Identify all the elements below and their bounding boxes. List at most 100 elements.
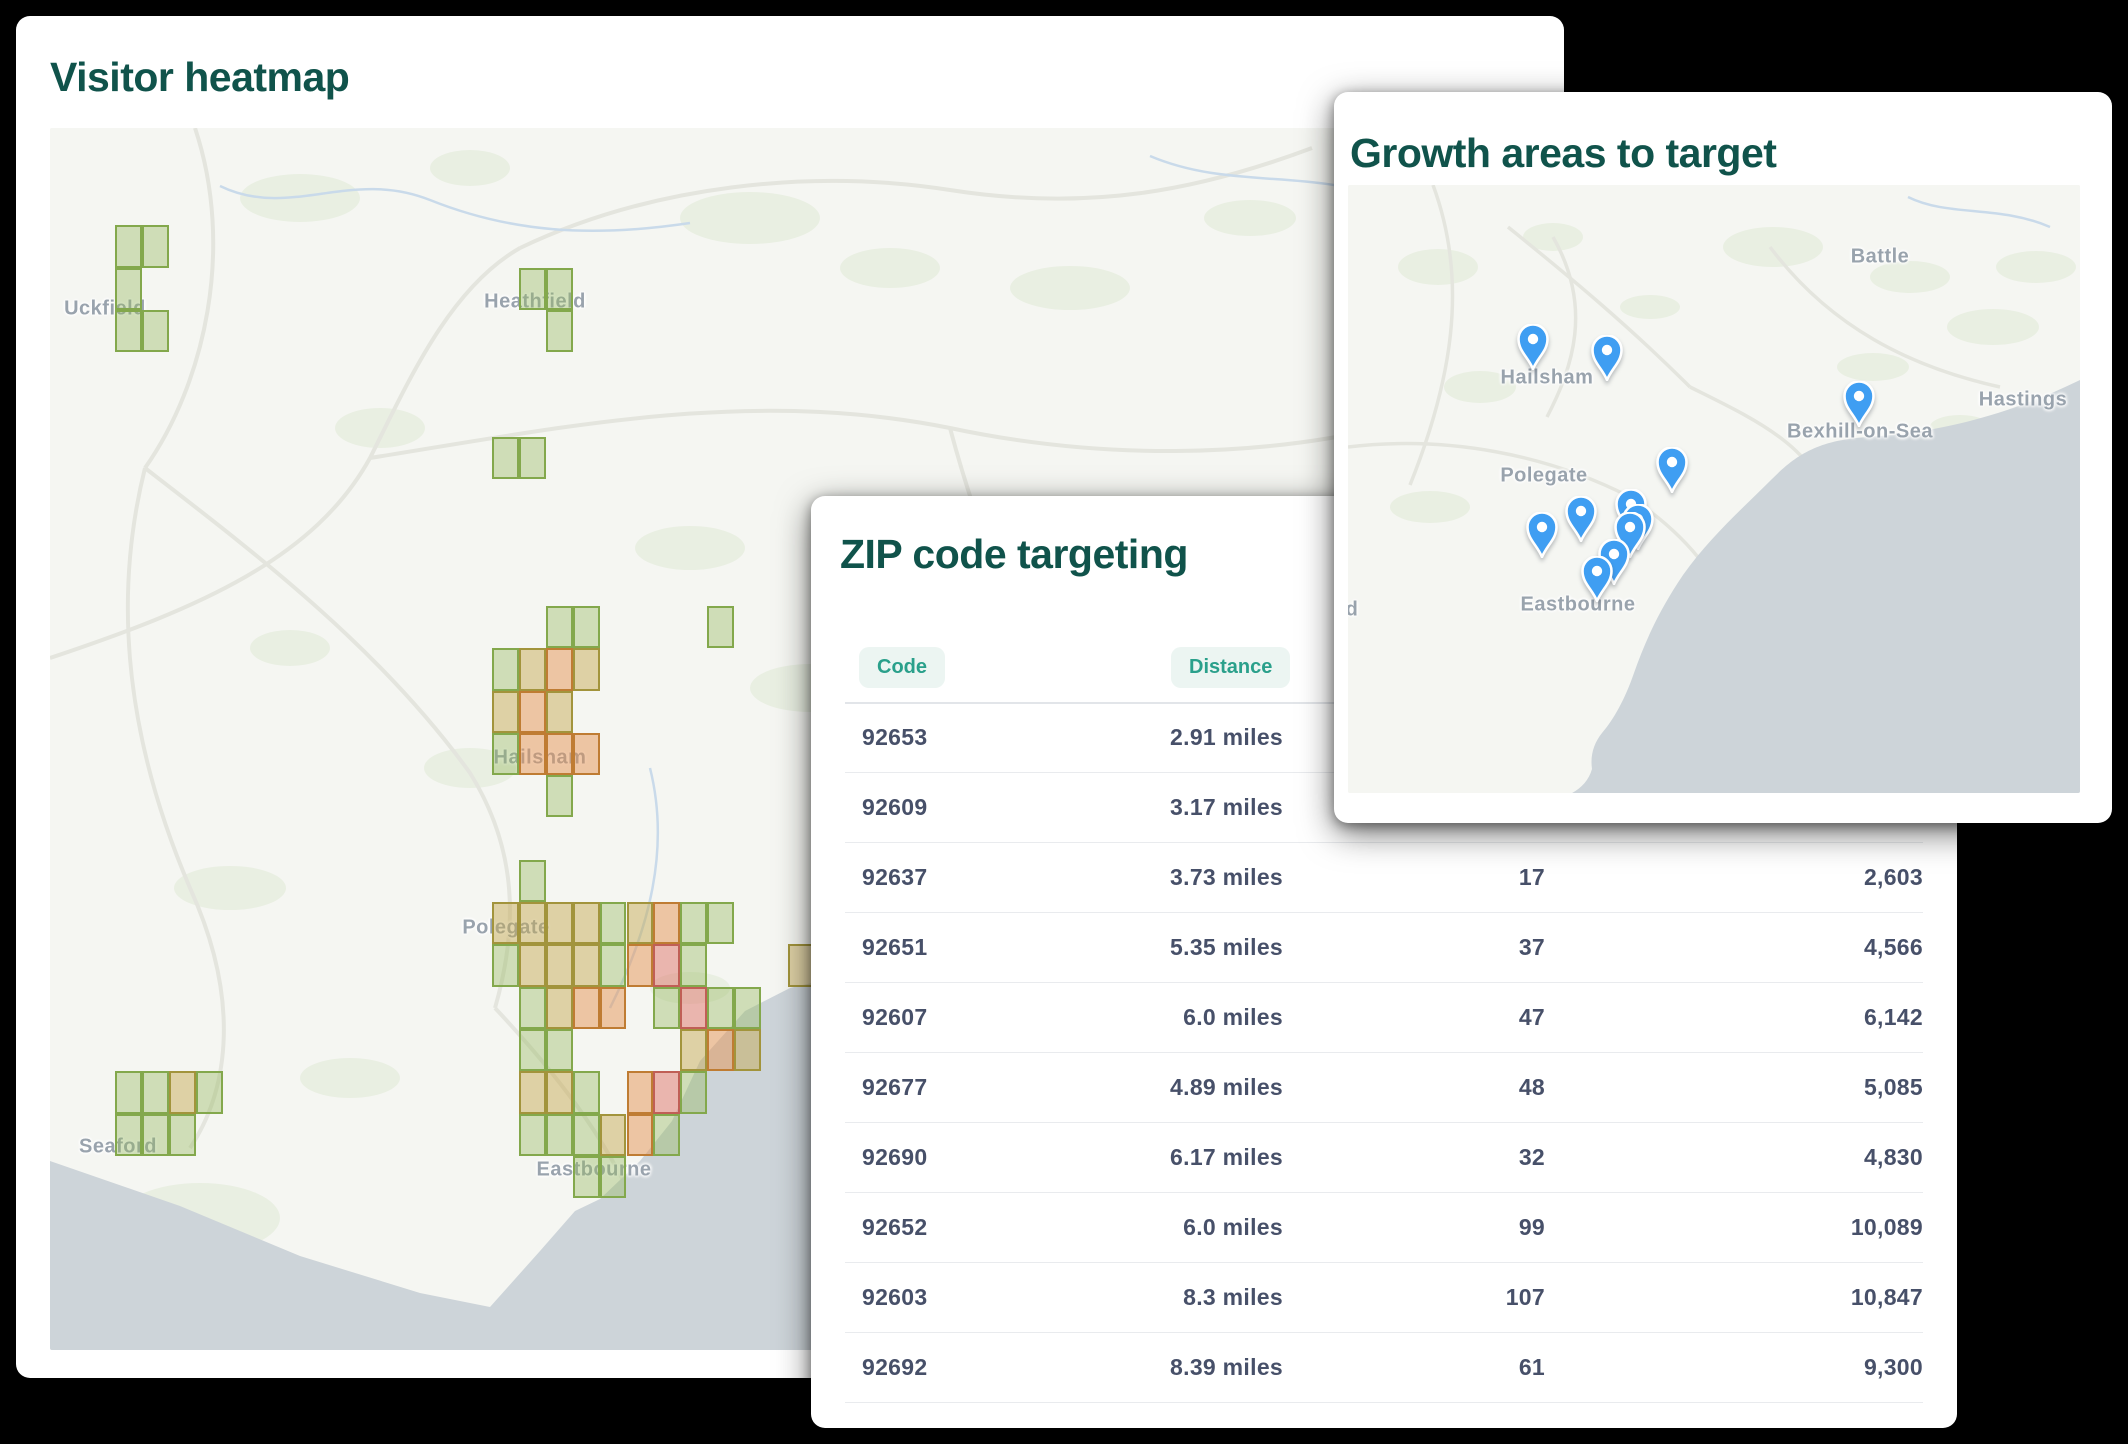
- heat-cell[interactable]: [734, 1029, 761, 1071]
- table-row[interactable]: 926076.0 miles476,142: [845, 983, 1923, 1053]
- heat-cell[interactable]: [492, 648, 519, 690]
- heat-cell[interactable]: [519, 1029, 546, 1071]
- heat-cell[interactable]: [519, 691, 546, 733]
- growth-areas-map[interactable]: BattleHastingsBexhill-on-SeaHailshamPole…: [1348, 185, 2080, 793]
- heat-cell[interactable]: [600, 1114, 627, 1156]
- heat-cell[interactable]: [546, 606, 573, 648]
- heat-cell[interactable]: [492, 437, 519, 479]
- heat-cell[interactable]: [546, 987, 573, 1029]
- heat-cell[interactable]: [519, 860, 546, 902]
- heat-cell[interactable]: [519, 1071, 546, 1113]
- heat-cell[interactable]: [546, 268, 573, 310]
- heat-cell[interactable]: [115, 310, 142, 352]
- heat-cell[interactable]: [519, 733, 546, 775]
- table-row[interactable]: 926526.0 miles9910,089: [845, 1193, 1923, 1263]
- table-row[interactable]: 926928.39 miles619,300: [845, 1333, 1923, 1403]
- heat-cell[interactable]: [546, 1029, 573, 1071]
- heat-cell[interactable]: [546, 1114, 573, 1156]
- heat-cell[interactable]: [519, 987, 546, 1029]
- heat-cell[interactable]: [519, 648, 546, 690]
- table-row[interactable]: 926515.35 miles374,566: [845, 913, 1923, 983]
- heat-cell[interactable]: [492, 691, 519, 733]
- table-cell: 92637: [845, 864, 1065, 891]
- column-header-distance[interactable]: Distance: [1171, 647, 1290, 688]
- heat-cell[interactable]: [573, 1071, 600, 1113]
- heat-cell[interactable]: [680, 902, 707, 944]
- heat-cell[interactable]: [546, 944, 573, 986]
- heat-cell[interactable]: [707, 606, 734, 648]
- heat-cell[interactable]: [600, 902, 627, 944]
- heat-cell[interactable]: [115, 225, 142, 267]
- heat-cell[interactable]: [573, 902, 600, 944]
- heat-cell[interactable]: [653, 1071, 680, 1113]
- heat-cell[interactable]: [519, 1114, 546, 1156]
- heat-cell[interactable]: [653, 1114, 680, 1156]
- heat-cell[interactable]: [115, 1114, 142, 1156]
- heat-cell[interactable]: [653, 944, 680, 986]
- heat-cell[interactable]: [680, 1029, 707, 1071]
- column-header-code[interactable]: Code: [859, 647, 945, 688]
- heat-cell[interactable]: [707, 1029, 734, 1071]
- heat-cell[interactable]: [600, 987, 627, 1029]
- heat-cell[interactable]: [600, 944, 627, 986]
- heat-cell[interactable]: [546, 691, 573, 733]
- heat-cell[interactable]: [115, 268, 142, 310]
- heat-cell[interactable]: [519, 268, 546, 310]
- visitor-heatmap-title: Visitor heatmap: [50, 54, 349, 101]
- heat-cell[interactable]: [627, 1071, 654, 1113]
- heat-cell[interactable]: [546, 902, 573, 944]
- heat-cell[interactable]: [142, 1114, 169, 1156]
- table-row[interactable]: 926038.3 miles10710,847: [845, 1263, 1923, 1333]
- heat-cell[interactable]: [142, 310, 169, 352]
- map-pin-icon[interactable]: [1564, 496, 1598, 547]
- heat-cell[interactable]: [573, 987, 600, 1029]
- heat-cell[interactable]: [169, 1114, 196, 1156]
- heat-cell[interactable]: [546, 1071, 573, 1113]
- heat-cell[interactable]: [546, 775, 573, 817]
- table-row[interactable]: 926906.17 miles324,830: [845, 1123, 1923, 1193]
- heat-cell[interactable]: [627, 1114, 654, 1156]
- heat-cell[interactable]: [707, 902, 734, 944]
- table-row[interactable]: 926774.89 miles485,085: [845, 1053, 1923, 1123]
- heat-cell[interactable]: [519, 944, 546, 986]
- heat-cell[interactable]: [142, 1071, 169, 1113]
- heat-cell[interactable]: [707, 987, 734, 1029]
- heat-cell[interactable]: [546, 310, 573, 352]
- table-cell: 6.0 miles: [1065, 1214, 1283, 1241]
- heat-cell[interactable]: [573, 648, 600, 690]
- heat-cell[interactable]: [546, 648, 573, 690]
- heat-cell[interactable]: [600, 1156, 627, 1198]
- heat-cell[interactable]: [492, 944, 519, 986]
- heat-cell[interactable]: [627, 902, 654, 944]
- heat-cell[interactable]: [115, 1071, 142, 1113]
- table-row[interactable]: 926373.73 miles172,603: [845, 843, 1923, 913]
- heat-cell[interactable]: [519, 437, 546, 479]
- map-pin-icon[interactable]: [1516, 324, 1550, 375]
- heat-cell[interactable]: [680, 987, 707, 1029]
- map-pin-icon[interactable]: [1590, 335, 1624, 386]
- heat-cell[interactable]: [573, 944, 600, 986]
- map-pin-icon[interactable]: [1655, 447, 1689, 498]
- heat-cell[interactable]: [492, 733, 519, 775]
- heat-cell[interactable]: [680, 1071, 707, 1113]
- heat-cell[interactable]: [680, 944, 707, 986]
- heat-cell[interactable]: [653, 987, 680, 1029]
- map-pin-icon[interactable]: [1580, 556, 1614, 607]
- heat-cell[interactable]: [627, 944, 654, 986]
- heat-cell[interactable]: [573, 733, 600, 775]
- table-cell: 61: [1283, 1354, 1545, 1381]
- heat-cell[interactable]: [169, 1071, 196, 1113]
- heat-cell[interactable]: [653, 902, 680, 944]
- map-pin-icon[interactable]: [1842, 381, 1876, 432]
- map-pin-icon[interactable]: [1525, 512, 1559, 563]
- heat-cell[interactable]: [196, 1071, 223, 1113]
- heat-cell[interactable]: [142, 225, 169, 267]
- heat-cell[interactable]: [519, 902, 546, 944]
- heat-cell[interactable]: [546, 733, 573, 775]
- heat-cell[interactable]: [734, 987, 761, 1029]
- heat-cell[interactable]: [573, 606, 600, 648]
- table-cell: 99: [1283, 1214, 1545, 1241]
- heat-cell[interactable]: [573, 1156, 600, 1198]
- heat-cell[interactable]: [492, 902, 519, 944]
- heat-cell[interactable]: [573, 1114, 600, 1156]
